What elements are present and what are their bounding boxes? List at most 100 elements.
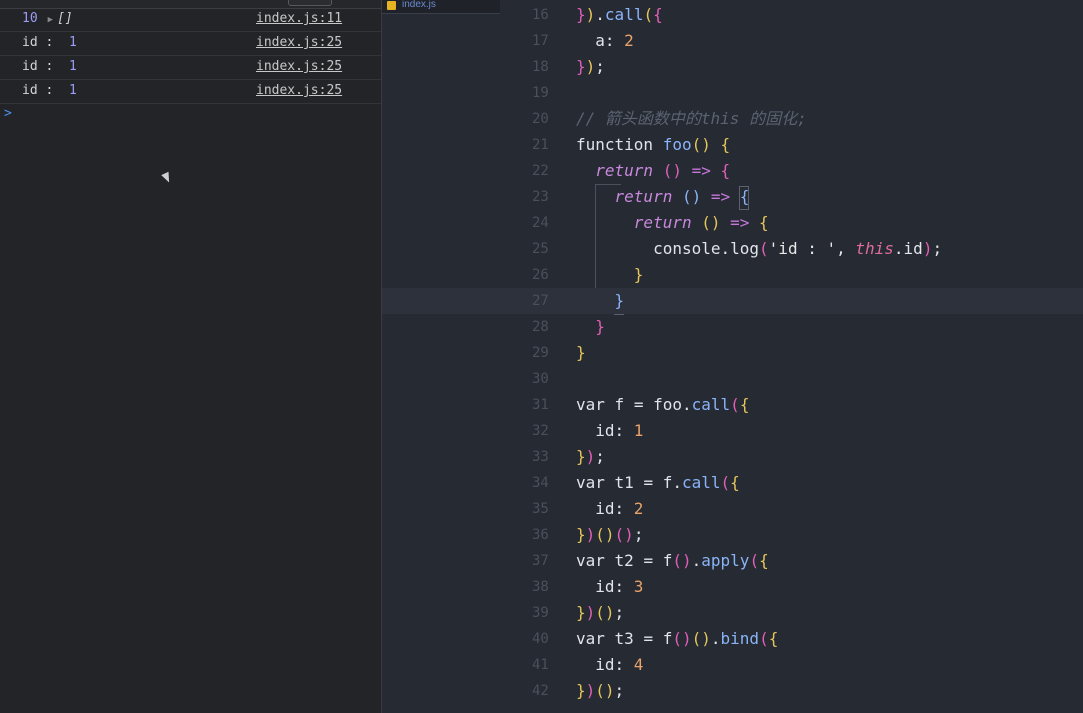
console-prompt[interactable]: > [4,106,12,121]
code-text: id: 3 [595,577,644,596]
code-text: id: 4 [595,655,644,674]
line-number: 27 [532,293,549,309]
console-log-row: id : 1 index.js:25 [0,32,381,56]
log-value: 1 [68,59,77,74]
line-number: 19 [532,85,549,101]
line-number: 23 [532,189,549,205]
code-text: return () => { [614,187,750,206]
log-message: 10 ▶ [] [22,11,73,26]
line-number: 34 [532,475,549,491]
code-text: var f = foo.call({ [576,395,750,414]
log-array-value[interactable]: [] [57,11,73,26]
code-line: 24 return () => { [382,210,1083,236]
line-number: 41 [532,657,549,673]
code-line: 17 a: 2 [382,28,1083,54]
log-label: id : [22,35,54,50]
code-line: 41 id: 4 [382,652,1083,678]
code-line: 28 } [382,314,1083,340]
line-number: 26 [532,267,549,283]
line-number: 24 [532,215,549,231]
code-text: var t1 = f.call({ [576,473,740,492]
code-comment: // 箭头函数中的this 的固化; [576,109,807,128]
filter-toggle[interactable] [288,0,332,6]
log-label: id : [22,59,54,74]
line-number: 31 [532,397,549,413]
code-text: a: 2 [595,31,634,50]
console-log-row: 10 ▶ [] index.js:11 [0,8,381,32]
line-number: 40 [532,631,549,647]
line-number: 32 [532,423,549,439]
code-text: var t3 = f()().bind({ [576,629,779,648]
log-count: 10 [22,11,38,26]
log-source-link[interactable]: index.js:25 [256,83,342,98]
console-log-row: id : 1 index.js:25 [0,80,381,104]
line-number: 25 [532,241,549,257]
code-line: 20 // 箭头函数中的this 的固化; [382,106,1083,132]
code-text: return () => { [595,161,731,180]
code-editor[interactable]: index.js 16 }).call({ 17 a: 2 18 }); 19 … [382,0,1083,713]
code-line: 21 function foo() { [382,132,1083,158]
code-text: function foo() { [576,135,731,154]
code-text: var t2 = f().apply({ [576,551,769,570]
line-number: 28 [532,319,549,335]
line-number: 22 [532,163,549,179]
line-number: 33 [532,449,549,465]
code-line: 25 console.log('id : ', this.id); [382,236,1083,262]
line-number: 35 [532,501,549,517]
line-number: 29 [532,345,549,361]
code-text: } [633,265,644,284]
code-line: 26 } [382,262,1083,288]
code-line: 38 id: 3 [382,574,1083,600]
line-number: 16 [532,7,549,23]
code-text: } [595,317,605,336]
log-source-link[interactable]: index.js:11 [256,11,342,26]
code-line: 37 var t2 = f().apply({ [382,548,1083,574]
line-number: 38 [532,579,549,595]
code-line: 34 var t1 = f.call({ [382,470,1083,496]
log-source-link[interactable]: index.js:25 [256,35,342,50]
log-message: id : 1 [22,83,77,98]
code-text: id: 1 [595,421,644,440]
code-text: } [614,291,625,310]
code-line: 23 return () => { [382,184,1083,210]
code-text: })(); [576,681,625,700]
log-value: 1 [68,83,77,98]
code-line: 40 var t3 = f()().bind({ [382,626,1083,652]
code-line: 32 id: 1 [382,418,1083,444]
code-line: 35 id: 2 [382,496,1083,522]
line-number: 37 [532,553,549,569]
devtools-console: 10 ▶ [] index.js:11 id : 1 index.js:25 id … [0,0,382,713]
code-line: 22 return () => { [382,158,1083,184]
mouse-cursor-icon [161,171,173,185]
line-number: 42 [532,683,549,699]
code-line: 18 }); [382,54,1083,80]
log-message: id : 1 [22,59,77,74]
console-log-row: id : 1 index.js:25 [0,56,381,80]
line-number: 30 [532,371,549,387]
line-number: 20 [532,111,549,127]
code-text: return () => { [633,213,769,232]
code-line: 19 [382,80,1083,106]
line-number: 18 [532,59,549,75]
code-line: 33 }); [382,444,1083,470]
line-number: 17 [532,33,549,49]
expand-triangle-icon[interactable]: ▶ [48,15,53,25]
code-text: console.log('id : ', this.id); [653,239,943,258]
code-line: 39 })(); [382,600,1083,626]
log-source-link[interactable]: index.js:25 [256,59,342,74]
code-text: })(); [576,603,625,622]
code-line: 29 } [382,340,1083,366]
code-line: 16 }).call({ [382,2,1083,28]
log-message: id : 1 [22,35,77,50]
code-text: }); [576,57,605,76]
code-text: })()(); [576,525,644,544]
line-number: 21 [532,137,549,153]
code-text: }).call({ [576,5,663,24]
log-label: id : [22,83,54,98]
line-number: 39 [532,605,549,621]
code-line: 30 [382,366,1083,392]
code-text: } [576,343,586,362]
code-line: 42 })(); [382,678,1083,704]
code-line-active: 27 } [382,288,1083,314]
code-line: 36 })()(); [382,522,1083,548]
